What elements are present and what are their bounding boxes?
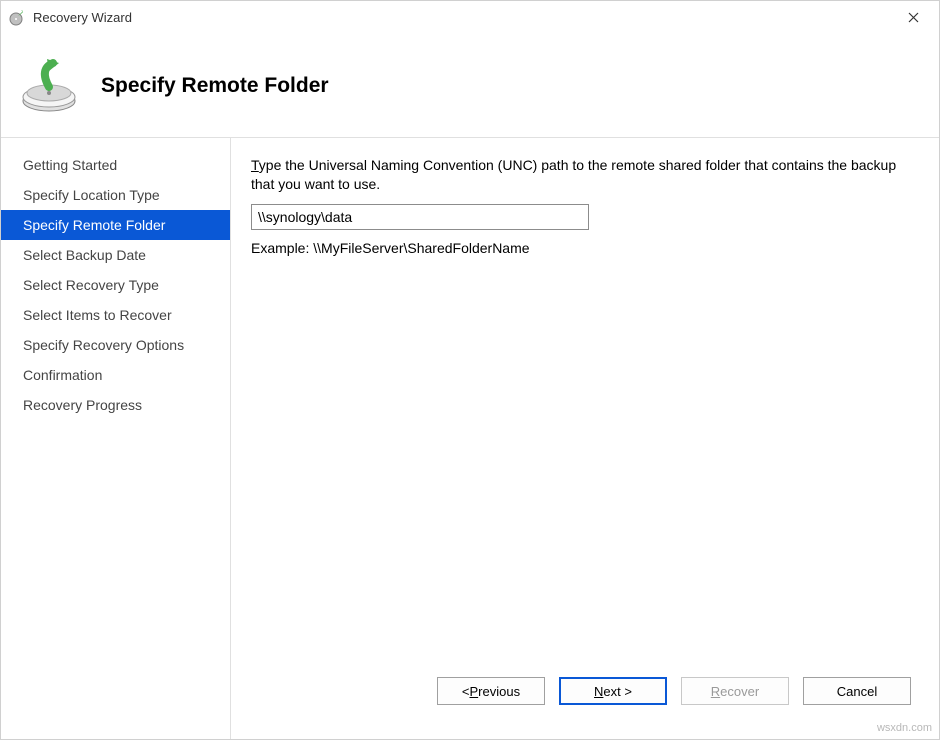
step-recovery-progress[interactable]: Recovery Progress <box>1 390 230 420</box>
step-getting-started[interactable]: Getting Started <box>1 150 230 180</box>
next-button[interactable]: Next > <box>559 677 667 705</box>
unc-path-input[interactable] <box>251 204 589 230</box>
cancel-button[interactable]: Cancel <box>803 677 911 705</box>
step-specify-location-type[interactable]: Specify Location Type <box>1 180 230 210</box>
step-select-backup-date[interactable]: Select Backup Date <box>1 240 230 270</box>
title-bar: Recovery Wizard <box>1 1 939 33</box>
page-title: Specify Remote Folder <box>101 74 329 98</box>
wizard-buttons: < Previous Next > Recover Cancel <box>251 661 915 723</box>
window-title: Recovery Wizard <box>33 10 132 25</box>
wizard-header: Specify Remote Folder <box>1 33 939 138</box>
watermark: wsxdn.com <box>877 722 932 734</box>
main-panel: Type the Universal Naming Convention (UN… <box>231 138 939 739</box>
close-button[interactable] <box>891 1 935 33</box>
step-specify-recovery-options[interactable]: Specify Recovery Options <box>1 330 230 360</box>
recovery-header-icon <box>17 57 81 115</box>
step-confirmation[interactable]: Confirmation <box>1 360 230 390</box>
recovery-wizard-icon <box>9 8 27 26</box>
steps-sidebar: Getting Started Specify Location Type Sp… <box>1 138 231 739</box>
prompt-text: Type the Universal Naming Convention (UN… <box>251 156 915 194</box>
step-specify-remote-folder[interactable]: Specify Remote Folder <box>1 210 230 240</box>
example-text: Example: \\MyFileServer\SharedFolderName <box>251 240 915 256</box>
previous-button[interactable]: < Previous <box>437 677 545 705</box>
step-select-recovery-type[interactable]: Select Recovery Type <box>1 270 230 300</box>
step-select-items-to-recover[interactable]: Select Items to Recover <box>1 300 230 330</box>
wizard-window: Recovery Wizard Specify Remote Folder Ge… <box>0 0 940 740</box>
recover-button: Recover <box>681 677 789 705</box>
wizard-body: Getting Started Specify Location Type Sp… <box>1 138 939 739</box>
